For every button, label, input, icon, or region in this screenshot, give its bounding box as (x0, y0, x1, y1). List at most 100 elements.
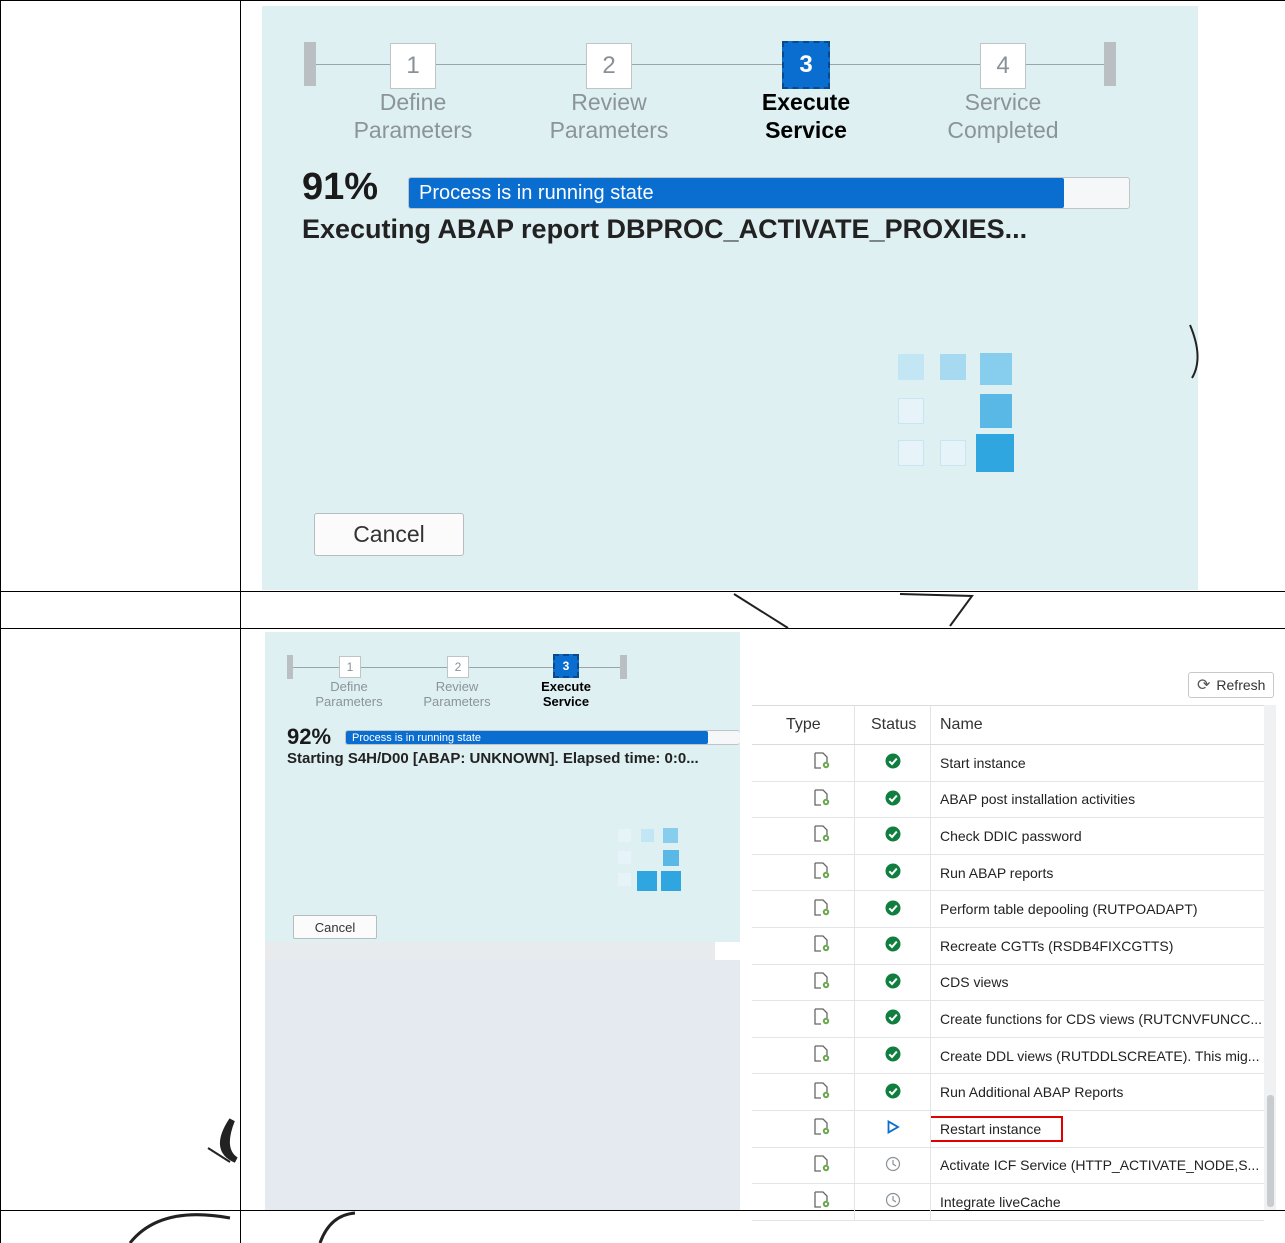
loader-square (618, 851, 631, 864)
name-cell: Start instance (931, 745, 1264, 781)
loader-square (898, 354, 924, 380)
stepper-end-cap (1104, 42, 1116, 86)
type-cell (752, 854, 855, 891)
check-circle-icon (885, 1046, 901, 1065)
document-gear-icon (813, 752, 831, 773)
progress-status-text: Process is in running state (419, 181, 654, 204)
column-header-name[interactable]: Name (931, 706, 983, 744)
step-1-label: Define Parameters (315, 679, 383, 709)
step-4-number[interactable]: 4 (980, 43, 1026, 89)
status-cell (855, 1184, 931, 1220)
table-row[interactable]: Restart instance (752, 1110, 1264, 1148)
status-cell (855, 1074, 931, 1110)
name-cell: Recreate CGTTs (RSDB4FIXCGTTS) (931, 928, 1264, 964)
type-cell (752, 964, 855, 1001)
step-3-number[interactable]: 3 (782, 41, 830, 89)
progress-percent: 91% (302, 166, 379, 208)
task-name: CDS views (940, 974, 1009, 991)
document-gear-icon (813, 935, 831, 956)
table-row[interactable]: Integrate liveCache (752, 1184, 1264, 1221)
table-header: Type Status Name (752, 705, 1264, 745)
table-row[interactable]: Recreate CGTTs (RSDB4FIXCGTTS) (752, 927, 1264, 965)
column-header-type[interactable]: Type (752, 706, 855, 744)
table-row[interactable]: Create DDL views (RUTDDLSCREATE). This m… (752, 1037, 1264, 1075)
table-row[interactable]: Check DDIC password (752, 818, 1264, 855)
loader-square (618, 873, 631, 886)
loader-square (898, 398, 924, 424)
table-row[interactable]: Perform table depooling (RUTPOADAPT) (752, 891, 1264, 928)
play-triangle-icon (886, 1120, 900, 1137)
table-row[interactable]: Start instance (752, 745, 1264, 782)
loader-square (980, 394, 1012, 428)
cancel-button[interactable]: Cancel (293, 915, 377, 939)
step-2-label: Review Parameters (423, 679, 491, 709)
status-cell (855, 854, 931, 891)
document-gear-icon (813, 1155, 831, 1176)
type-cell (752, 745, 855, 781)
task-name: Restart instance (931, 1115, 1064, 1142)
step-1-number[interactable]: 1 (390, 43, 436, 89)
progress-bar: Process is in running state (345, 730, 740, 745)
check-circle-icon (885, 790, 901, 809)
name-cell: Create functions for CDS views (RUTCNVFU… (931, 1001, 1264, 1037)
step-1-number[interactable]: 1 (339, 656, 361, 678)
step-2-label: Review Parameters (549, 89, 669, 143)
doc-column-divider (240, 0, 241, 1243)
table-row[interactable]: Create functions for CDS views (RUTCNVFU… (752, 1001, 1264, 1038)
task-name: Start instance (940, 754, 1026, 771)
loader-square (661, 871, 681, 891)
name-cell: Integrate liveCache (931, 1184, 1264, 1220)
name-cell: Restart instance (931, 1111, 1264, 1147)
loader-square (940, 354, 966, 380)
status-cell (855, 1110, 931, 1147)
stepper-start-cap (304, 42, 316, 86)
name-cell: Create DDL views (RUTDDLSCREATE). This m… (931, 1038, 1264, 1074)
name-cell: Check DDIC password (931, 818, 1264, 854)
name-cell: Run ABAP reports (931, 855, 1264, 891)
status-cell (855, 818, 931, 854)
table-row[interactable]: CDS views (752, 964, 1264, 1002)
panel-footer-strip (265, 942, 715, 960)
table-row[interactable]: Run ABAP reports (752, 854, 1264, 892)
check-circle-icon (885, 863, 901, 882)
task-name: Create functions for CDS views (RUTCNVFU… (940, 1010, 1263, 1027)
name-cell: ABAP post installation activities (931, 782, 1264, 818)
step-3-number[interactable]: 3 (553, 654, 579, 678)
loader-square (940, 440, 966, 466)
loader-square (637, 871, 657, 891)
stepper-end-cap (620, 655, 627, 679)
task-table: Type Status Name Start instance ABAP post… (752, 705, 1264, 1221)
step-3-label: Execute Service (541, 679, 591, 709)
status-cell (855, 745, 931, 781)
task-name: ABAP post installation activities (940, 791, 1136, 808)
type-cell (752, 818, 855, 854)
status-cell (855, 927, 931, 964)
step-2-number[interactable]: 2 (447, 656, 469, 678)
wizard-panel-small: 1 Define Parameters 2 Review Parameters 3 … (265, 632, 740, 1210)
type-cell (752, 1037, 855, 1074)
panel-lower-area (265, 960, 740, 1210)
document-gear-icon (813, 862, 831, 883)
table-scrollbar-thumb[interactable] (1267, 1095, 1274, 1207)
table-row[interactable]: Run Additional ABAP Reports (752, 1074, 1264, 1111)
doc-row-divider-1 (0, 591, 1285, 592)
executing-step-text: Starting S4H/D00 [ABAP: UNKNOWN]. Elapse… (287, 750, 699, 767)
column-header-status[interactable]: Status (855, 706, 931, 744)
cancel-button[interactable]: Cancel (314, 513, 464, 556)
step-2-number[interactable]: 2 (586, 43, 632, 89)
table-row[interactable]: ABAP post installation activities (752, 781, 1264, 819)
refresh-label: Refresh (1216, 677, 1266, 693)
task-name: Integrate liveCache (940, 1193, 1061, 1210)
document-gear-icon (813, 1008, 831, 1029)
name-cell: CDS views (931, 965, 1264, 1001)
loader-square (980, 353, 1012, 385)
name-cell: Run Additional ABAP Reports (931, 1074, 1264, 1110)
check-circle-icon (885, 973, 901, 992)
check-circle-icon (885, 826, 901, 845)
step-4-label: Service Completed (947, 89, 1059, 143)
refresh-button[interactable]: ⟳ Refresh (1188, 672, 1274, 698)
document-gear-icon (813, 825, 831, 846)
table-row[interactable]: Activate ICF Service (HTTP_ACTIVATE_NODE… (752, 1147, 1264, 1185)
refresh-icon: ⟳ (1197, 677, 1211, 694)
type-cell (752, 1110, 855, 1147)
